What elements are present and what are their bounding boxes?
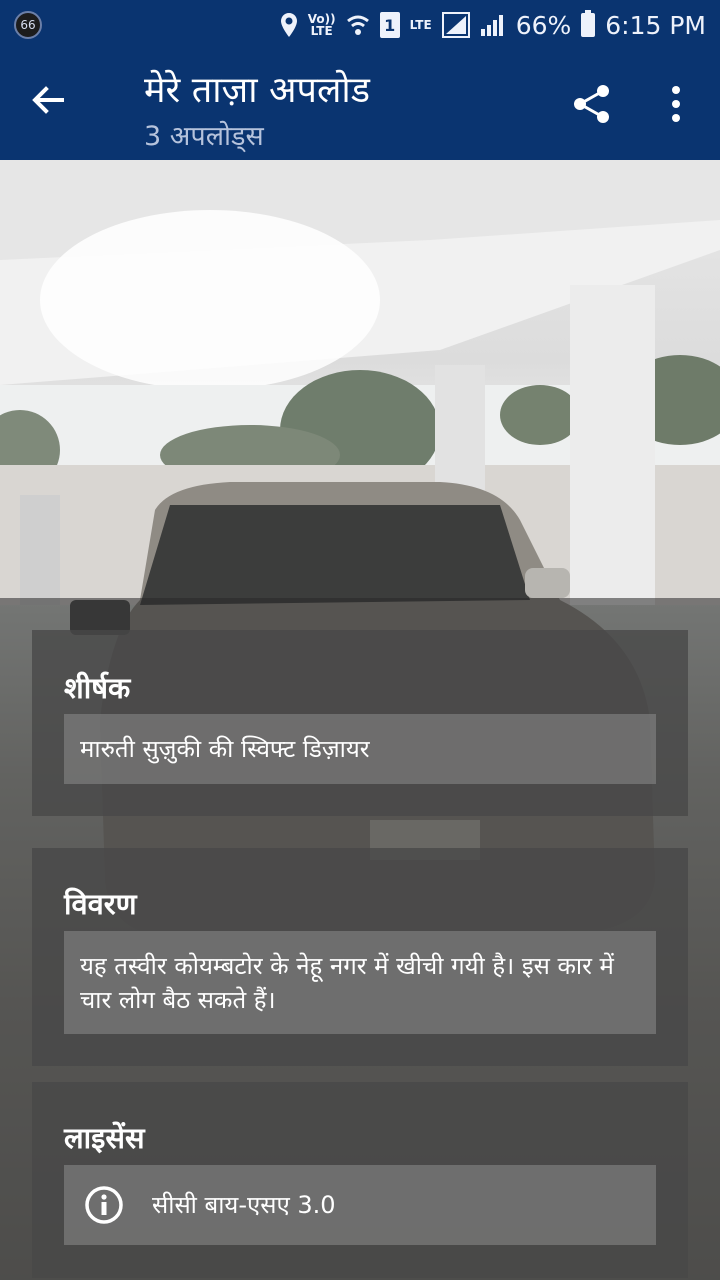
- battery-percent: 66%: [515, 10, 572, 40]
- sim-slot-badge: 1: [379, 12, 400, 38]
- app-bar: मेरे ताज़ा अपलोड 3 अपलोड्स: [0, 50, 720, 160]
- volte-label: Vo)) LTE: [307, 12, 336, 38]
- license-value: सीसी बाय-एसए 3.0: [152, 1191, 336, 1219]
- clock: 6:15 PM: [605, 10, 706, 40]
- more-vert-icon[interactable]: [664, 84, 688, 124]
- title-card: शीर्षक मारुती सुज़ुकी की स्विफ्ट डिज़ायर: [32, 630, 688, 816]
- license-label: लाइसेंस: [64, 1121, 145, 1155]
- location-icon: [280, 13, 297, 37]
- notification-badge: 66: [14, 11, 42, 39]
- title-label: शीर्षक: [64, 671, 131, 705]
- description-field[interactable]: यह तस्वीर कोयम्बटोर के नेहू नगर में खीची…: [64, 931, 656, 1034]
- info-icon: [85, 1186, 123, 1224]
- page-subtitle: 3 अपलोड्स: [144, 121, 264, 152]
- signal-bars-icon: [480, 15, 503, 36]
- network-label: LTE: [409, 18, 432, 32]
- status-icons: Vo)) LTE 1 LTE 66% 6:15 PM: [280, 10, 706, 40]
- share-icon[interactable]: [570, 82, 614, 126]
- arrow-left-icon[interactable]: [28, 80, 68, 120]
- license-card: लाइसेंस सीसी बाय-एसए 3.0: [32, 1082, 688, 1278]
- description-card: विवरण यह तस्वीर कोयम्बटोर के नेहू नगर मे…: [32, 848, 688, 1066]
- signal-box-icon: [441, 12, 470, 38]
- title-field[interactable]: मारुती सुज़ुकी की स्विफ्ट डिज़ायर: [64, 714, 656, 784]
- status-bar: 66 Vo)) LTE 1 LTE 66% 6:15 PM: [0, 0, 720, 50]
- wifi-icon: [346, 15, 369, 35]
- license-field[interactable]: सीसी बाय-एसए 3.0: [64, 1165, 656, 1245]
- page-title: मेरे ताज़ा अपलोड: [144, 70, 370, 111]
- description-label: विवरण: [64, 887, 137, 921]
- battery-icon: [581, 10, 596, 37]
